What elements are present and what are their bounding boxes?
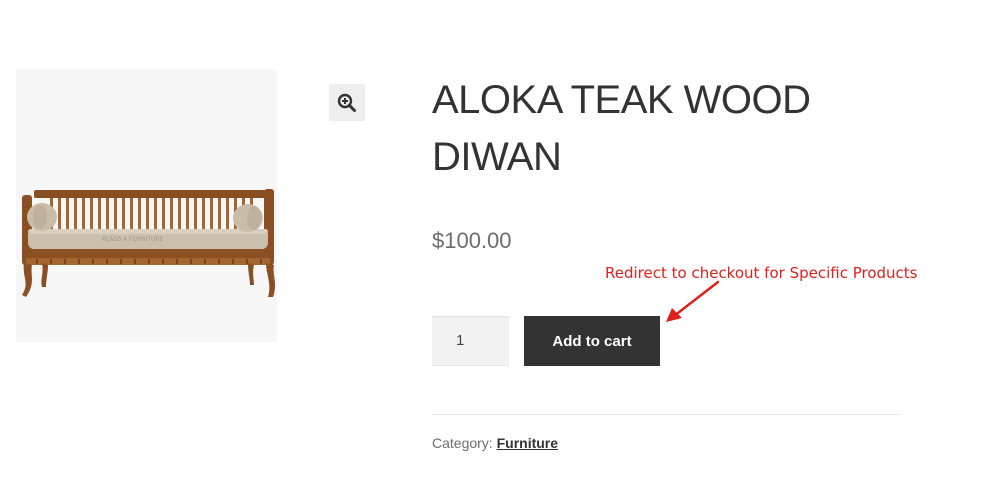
- add-to-cart-button[interactable]: Add to cart: [524, 316, 660, 366]
- image-watermark: KLASS A FURNITURE: [102, 236, 164, 243]
- magnifier-plus-icon: [337, 93, 356, 112]
- annotation-text: Redirect to checkout for Specific Produc…: [605, 264, 918, 282]
- quantity-input[interactable]: [432, 316, 509, 366]
- product-image[interactable]: KLASS A FURNITURE: [16, 69, 277, 342]
- category-label: Category:: [432, 435, 493, 451]
- diwan-illustration: KLASS A FURNITURE: [22, 189, 276, 297]
- product-meta: Category: Furniture: [432, 434, 558, 452]
- product-title: ALOKA TEAK WOOD DIWAN: [432, 78, 811, 179]
- annotation-arrow-icon: [666, 280, 720, 322]
- zoom-button[interactable]: [329, 84, 365, 121]
- product-price: $100.00: [432, 228, 512, 253]
- divider: [432, 414, 901, 415]
- category-link[interactable]: Furniture: [497, 435, 558, 451]
